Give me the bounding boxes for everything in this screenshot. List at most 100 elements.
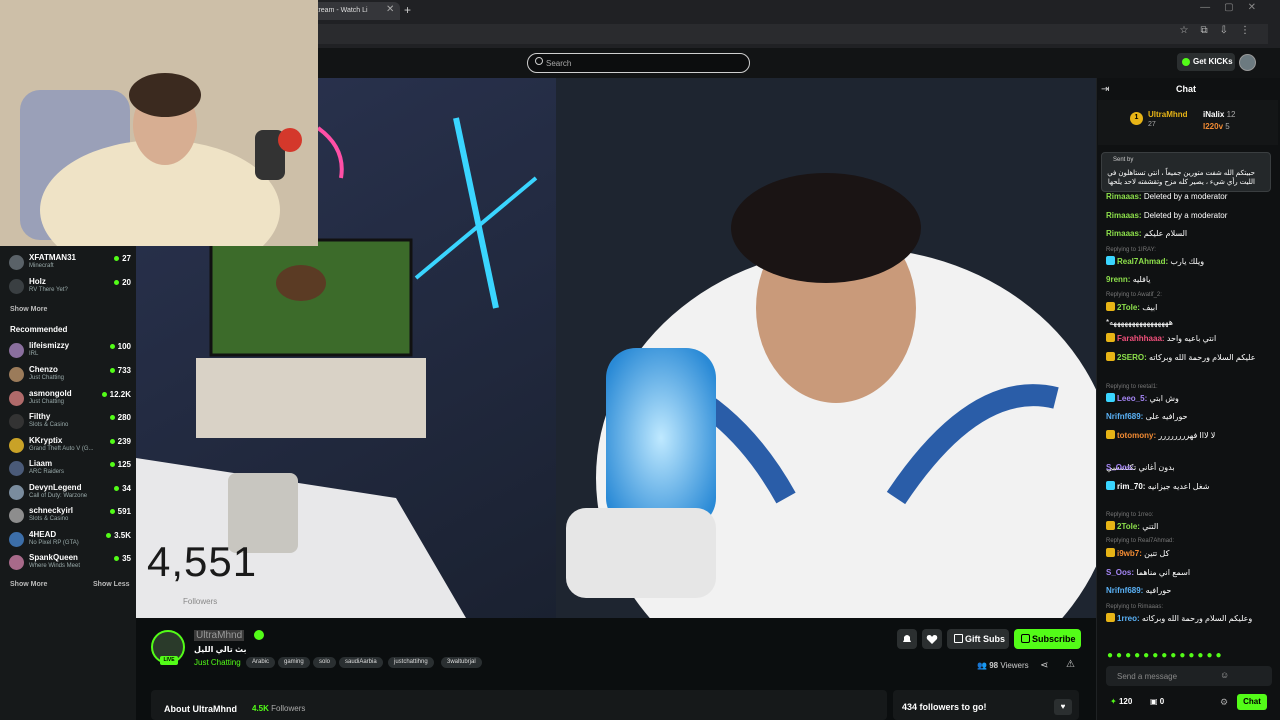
gift-icon — [954, 634, 963, 643]
avatar — [9, 414, 24, 429]
sidebar-channel-recommended[interactable]: Liaam ARC Raiders 125 — [9, 459, 131, 481]
chat-message[interactable]: Rimaaas: Deleted by a moderator — [1106, 191, 1274, 202]
webcam-overlay — [0, 0, 318, 246]
stream-tag[interactable]: justchattihng — [388, 657, 434, 668]
channel-name[interactable]: UltraMhnd — [194, 630, 245, 641]
sidebar-channel-recommended[interactable]: schneckyirl Slots & Casino 591 — [9, 506, 131, 528]
sidebar-channel-recommended[interactable]: KKryptix Grand Theft Auto V (G... 239 — [9, 436, 131, 458]
chat-message[interactable]: 1rreo: وعليكم السلام ورحمة الله وبركاته — [1106, 613, 1274, 624]
avatar — [9, 461, 24, 476]
chat-message[interactable]: Rimaaas: Deleted by a moderator — [1106, 210, 1274, 221]
show-more-following-button[interactable]: Show More — [10, 306, 47, 313]
badge-icon — [1106, 333, 1115, 342]
notification-bell-button[interactable] — [897, 629, 917, 649]
sidebar-channel-recommended[interactable]: lifeismizzy IRL 100 — [9, 341, 131, 363]
chat-title: Chat — [1176, 84, 1196, 94]
emoji-icon[interactable]: ☺ — [1220, 670, 1229, 680]
leaderboard-first[interactable]: UltraMhnd — [1148, 110, 1188, 119]
live-dot-icon — [114, 280, 120, 285]
badge-icon — [1106, 481, 1115, 490]
stream-category-link[interactable]: Just Chatting — [194, 658, 241, 667]
badge-icon — [1106, 393, 1115, 402]
share-icon[interactable]: ⋖ — [1040, 660, 1048, 671]
pinned-message-text: حبيتكم الله شفت متورين جميعاً ، انتي تست… — [1107, 170, 1255, 186]
bell-icon — [903, 635, 911, 642]
viewers-icon: 👥 — [977, 661, 987, 670]
chat-message[interactable]: 2Tole: التني — [1106, 521, 1274, 532]
reply-context: Replying to Rimaaas: — [1106, 604, 1164, 610]
avatar — [9, 555, 24, 570]
reply-context: Replying to reetal1: — [1106, 384, 1158, 390]
avatar — [9, 391, 24, 406]
gift-count[interactable]: ▣ 0 — [1150, 697, 1164, 706]
star-icon — [1021, 634, 1030, 643]
gift-leaderboard — [1098, 100, 1278, 145]
channel-points[interactable]: ✦ 120 — [1110, 697, 1132, 706]
tab-close-icon[interactable]: ✕ — [386, 4, 394, 15]
user-avatar[interactable] — [1239, 54, 1256, 71]
chat-message[interactable]: Nrifnf689: حورافيه على — [1106, 411, 1274, 422]
new-tab-button[interactable]: + — [404, 3, 411, 17]
chat-message[interactable]: totomony: لا لااا فهرررررررر — [1106, 430, 1274, 441]
live-dot-icon — [114, 256, 120, 261]
collapse-chat-icon[interactable]: ⇥ — [1101, 84, 1109, 95]
stream-tag[interactable]: 3waltubrjal — [441, 657, 482, 668]
stream-tag[interactable]: gaming — [278, 657, 310, 668]
follow-button[interactable] — [922, 629, 942, 649]
chat-message[interactable]: S_Oos: اسمع اني مناهما — [1106, 567, 1274, 578]
sidebar-channel-recommended[interactable]: asmongold Just Chatting 12.2K — [9, 389, 131, 411]
emote-quick-bar[interactable]: ●●●●●●●●●●●●● — [1107, 650, 1225, 661]
sidebar-channel-recommended[interactable]: 4HEAD No Pixel RP (GTA) 3.5K — [9, 530, 131, 552]
window-controls[interactable]: —▢✕ — [1200, 2, 1270, 13]
stream-tag[interactable]: saudiAarbia — [339, 657, 383, 668]
chat-message[interactable]: Real7Ahmad: ويلك يارب — [1106, 256, 1274, 267]
sidebar-channel-holz[interactable]: Holz RV There Yet? 20 — [9, 277, 131, 299]
live-dot-icon — [109, 439, 115, 444]
chat-message[interactable]: i9wb7: كل تتين — [1106, 548, 1274, 559]
avatar — [9, 367, 24, 382]
sidebar-channel-recommended[interactable]: Chenzo Just Chatting 733 — [9, 365, 131, 387]
browser-extension-icons[interactable]: ☆⧉⇩⋮ — [1180, 25, 1262, 36]
search-input[interactable]: Search — [527, 53, 750, 73]
follower-goal-text: 434 followers to go! — [902, 702, 987, 712]
sidebar-channel-xfatman31[interactable]: XFATMAN31 Minecraft 27 — [9, 253, 131, 275]
heart-icon — [926, 635, 938, 644]
leaderboard-third[interactable]: I220v 5 — [1203, 122, 1230, 131]
follower-count-overlay: 4,551 — [147, 538, 258, 585]
avatar — [9, 279, 24, 294]
chat-message[interactable]: Leeo_5: وش ابتي — [1106, 393, 1274, 404]
avatar — [9, 438, 24, 453]
chat-message[interactable]: Rimaaas: السلام عليكم — [1106, 228, 1274, 239]
chat-message[interactable]: 2SERO: عليكم السلام ورحمة الله وبركاته — [1106, 352, 1274, 363]
stream-tag[interactable]: Arabic — [246, 657, 276, 668]
send-chat-button[interactable]: Chat — [1237, 694, 1267, 710]
sidebar-channel-recommended[interactable]: Filthy Slots & Casino 280 — [9, 412, 131, 434]
reply-context: Replying to 1rreo: — [1106, 512, 1154, 518]
sidebar: XFATMAN31 Minecraft 27 Holz RV There Yet… — [0, 246, 136, 720]
show-less-button[interactable]: Show Less — [93, 581, 130, 588]
sidebar-channel-recommended[interactable]: DevynLegend Call of Duty: Warzone 34 — [9, 483, 131, 505]
chat-message[interactable]: Nrifnf689: حورافيه — [1106, 585, 1274, 596]
chat-message[interactable]: 2Tole: ابيف — [1106, 302, 1274, 313]
sidebar-channel-recommended[interactable]: SpankQueen Where Winds Meet 35 — [9, 553, 131, 575]
show-more-button[interactable]: Show More — [10, 581, 47, 588]
report-icon[interactable]: ⚠ — [1066, 659, 1075, 670]
badge-icon — [1106, 352, 1115, 361]
chat-message-input[interactable]: Send a message — [1106, 666, 1272, 686]
stream-title: بث تالي الليل — [194, 645, 247, 654]
badge-icon — [1106, 548, 1115, 557]
chat-message[interactable]: S_Oos: — [1106, 462, 1166, 473]
chat-message[interactable]: rim_70: شغل اعديه جيزانيه — [1106, 481, 1274, 492]
badge-icon — [1106, 302, 1115, 311]
leaderboard-second[interactable]: iNalix 12 — [1203, 110, 1235, 119]
chat-message[interactable]: Farahhhaaa: انتي باعيه واحد — [1106, 333, 1274, 344]
reply-context: Replying to Awatif_2: — [1106, 292, 1162, 298]
chat-message[interactable]: 9renn: يافليه — [1106, 274, 1274, 285]
avatar — [9, 255, 24, 270]
badge-icon — [1106, 256, 1115, 265]
chat-message[interactable]: *ههههههههههههههههه — [1106, 317, 1274, 328]
goal-heart-icon[interactable]: ♥ — [1054, 699, 1072, 715]
address-bar[interactable] — [318, 24, 1268, 44]
settings-icon[interactable]: ⚙ — [1220, 697, 1228, 708]
stream-tag[interactable]: solo — [313, 657, 337, 668]
